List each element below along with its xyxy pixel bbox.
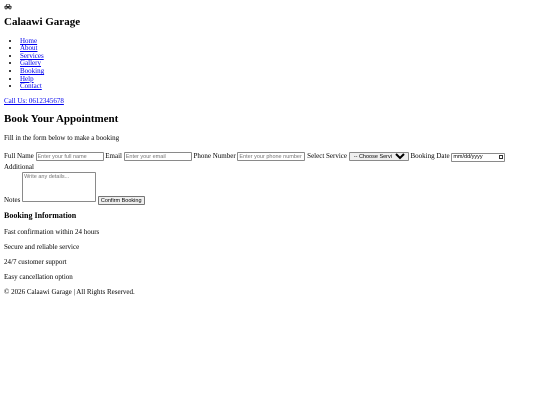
call-us-link[interactable]: Call Us: 0612345678 (4, 97, 536, 105)
site-footer: © 2026 Calaawi Garage | All Rights Reser… (4, 288, 536, 296)
notes-textarea[interactable] (22, 171, 97, 202)
info-item: 24/7 customer support (4, 258, 67, 267)
email-label: Email (105, 151, 122, 160)
confirm-booking-button[interactable]: Confirm Booking (97, 196, 145, 206)
full-name-label: Full Name (4, 151, 34, 160)
nav-item-services: Services (20, 52, 536, 61)
booking-info-title: Booking Information (4, 211, 77, 221)
nav-item-contact: Contact (20, 82, 536, 91)
booking-form: Full Name Email Phone Number Select Serv… (4, 151, 536, 206)
booking-section: Book Your Appointment Fill in the form b… (4, 112, 536, 206)
booking-date-value: mm/dd/yyyy (453, 153, 483, 160)
booking-info-section: Booking Information Fast confirmation wi… (4, 211, 536, 281)
booking-date-input[interactable]: mm/dd/yyyy (451, 152, 506, 162)
full-name-input[interactable] (35, 152, 104, 162)
site-header: Calaawi Garage (4, 3, 536, 29)
nav-item-home: Home (20, 37, 536, 46)
nav-item-help: Help (20, 75, 536, 84)
phone-input[interactable] (237, 152, 306, 162)
notes-label-part2: Notes (4, 195, 21, 204)
service-label: Select Service (307, 151, 348, 160)
service-select[interactable]: -- Choose Service -- (348, 151, 409, 161)
info-item: Fast confirmation within 24 hours (4, 228, 100, 237)
site-brand: Calaawi Garage (4, 16, 81, 28)
booking-title: Book Your Appointment (4, 112, 119, 125)
nav-item-gallery: Gallery (20, 60, 536, 68)
booking-intro: Fill in the form below to make a booking (4, 134, 120, 143)
nav-item-about: About (20, 44, 536, 53)
nav-item-booking: Booking (20, 67, 536, 76)
notes-label-part1: Additional (4, 162, 34, 171)
info-item: Easy cancellation option (4, 273, 73, 282)
phone-label: Phone Number (193, 151, 236, 160)
email-input[interactable] (123, 152, 192, 162)
calendar-icon[interactable] (499, 154, 504, 159)
info-item: Secure and reliable service (4, 243, 80, 252)
booking-date-label: Booking Date (410, 151, 450, 160)
car-icon (4, 4, 12, 10)
nav-link-contact[interactable]: Contact (20, 82, 42, 90)
main-nav: Home About Services Gallery Booking Help… (4, 37, 536, 91)
nav-list: Home About Services Gallery Booking Help… (4, 37, 536, 91)
page: Calaawi Garage Home About Services Galle… (0, 0, 540, 299)
footer-text: © 2026 Calaawi Garage | All Rights Reser… (4, 288, 135, 297)
